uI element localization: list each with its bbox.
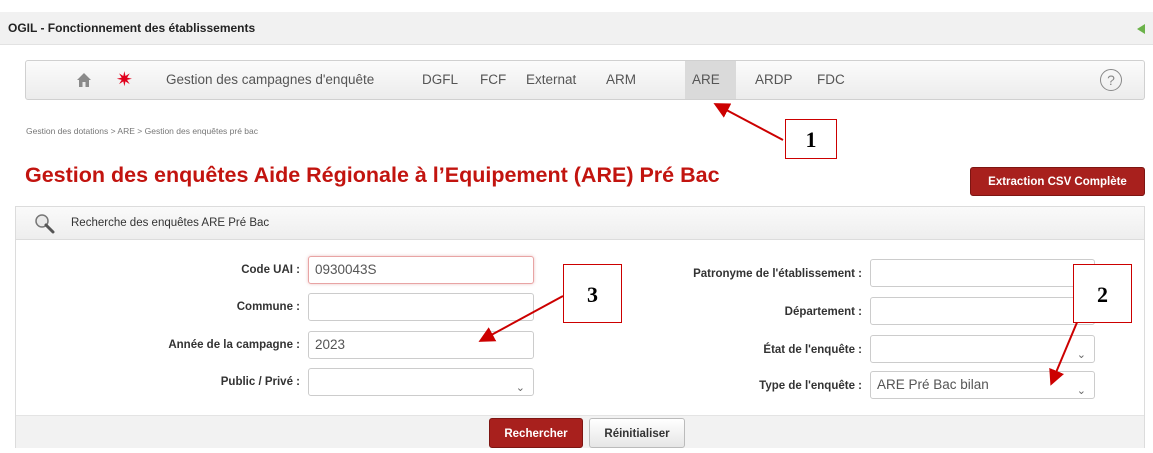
annotation-arrows: [478, 103, 1079, 386]
annotation-callout-1: 1: [785, 119, 837, 159]
annotation-arrow-3: [478, 295, 564, 342]
annotation-arrow-2: [1049, 319, 1079, 386]
annotation-arrow-1: [713, 103, 784, 141]
annotation-callout-2: 2: [1073, 264, 1132, 323]
annotation-callout-3: 3: [563, 264, 622, 323]
